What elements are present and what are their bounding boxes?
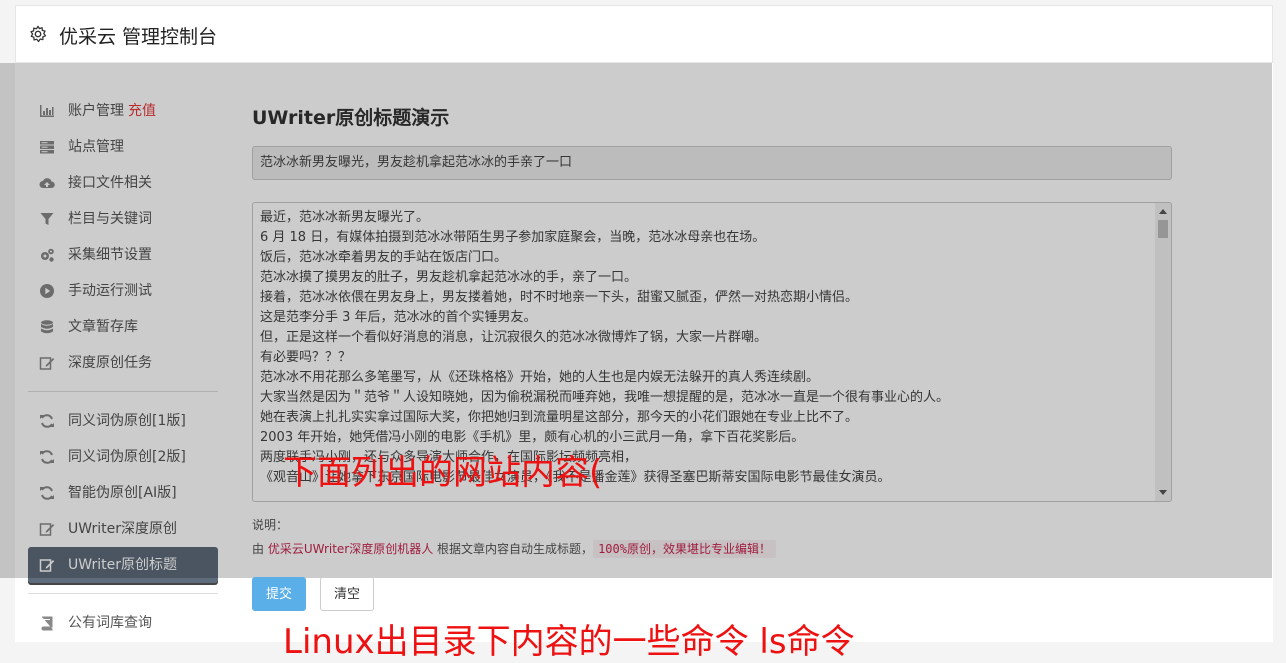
clear-button[interactable]: 清空: [320, 577, 374, 611]
sidebar-item-label: 公有词库查询: [68, 615, 152, 631]
header-bar: 优采云 管理控制台: [15, 5, 1273, 63]
sidebar-divider: [28, 593, 218, 594]
overlay-red-text: Linux出目录下内容的一些命令 ls命令: [283, 622, 855, 662]
modal-overlay: [0, 63, 1272, 578]
overlay-red-text: 下面列出的网站内容(: [283, 453, 603, 493]
app-title: 优采云 管理控制台: [59, 26, 218, 48]
sidebar-item-lexicon[interactable]: 公有词库查询: [28, 605, 218, 641]
book-icon: [39, 615, 55, 631]
submit-button[interactable]: 提交: [252, 577, 306, 611]
gear-icon: [29, 25, 47, 43]
